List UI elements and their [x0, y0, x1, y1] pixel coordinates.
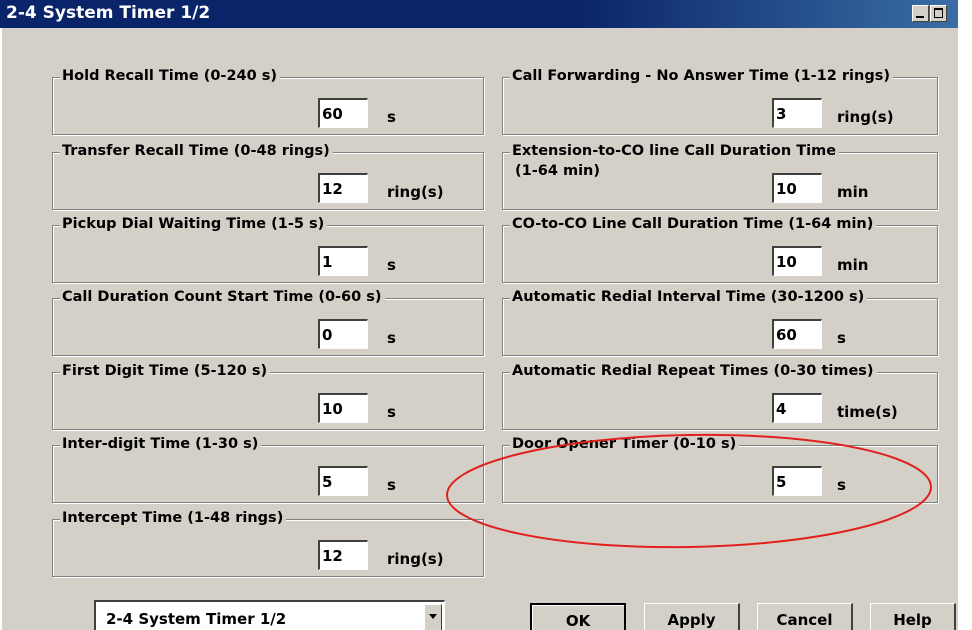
- unit-label: s: [837, 476, 846, 494]
- co-to-co-line-call-duration-time-input[interactable]: 10: [772, 246, 822, 276]
- call-forwarding-no-answer-time-input[interactable]: 3: [772, 98, 822, 128]
- maximize-icon[interactable]: [930, 5, 947, 22]
- ok-button[interactable]: OK: [530, 603, 626, 630]
- group-label: Door Opener Timer (0-10 s): [510, 435, 740, 453]
- title-bar[interactable]: 2-4 System Timer 1/2: [0, 0, 958, 28]
- group-extension-to-co-call-duration-time: Extension-to-CO line Call Duration Time …: [502, 142, 938, 210]
- group-label: Inter-digit Time (1-30 s): [60, 435, 262, 453]
- unit-label: min: [837, 256, 869, 274]
- group-co-to-co-line-call-duration-time: CO-to-CO Line Call Duration Time (1-64 m…: [502, 215, 938, 283]
- window-title: 2-4 System Timer 1/2: [6, 3, 211, 23]
- door-opener-timer-input[interactable]: 5: [772, 466, 822, 496]
- unit-label: s: [387, 476, 396, 494]
- unit-label: ring(s): [387, 183, 444, 201]
- call-duration-count-start-time-input[interactable]: 0: [318, 319, 368, 349]
- unit-label: s: [387, 108, 396, 126]
- group-automatic-redial-interval-time: Automatic Redial Interval Time (30-1200 …: [502, 288, 938, 356]
- help-button[interactable]: Help: [870, 603, 956, 630]
- minimize-icon[interactable]: [912, 5, 929, 22]
- group-intercept-time: Intercept Time (1-48 rings) 12 ring(s): [52, 509, 484, 577]
- automatic-redial-repeat-times-input[interactable]: 4: [772, 393, 822, 423]
- group-label: Extension-to-CO line Call Duration Time: [510, 142, 840, 160]
- unit-label: s: [387, 256, 396, 274]
- page-select-dropdown[interactable]: 2-4 System Timer 1/2: [94, 600, 445, 630]
- group-label: Call Forwarding - No Answer Time (1-12 r…: [510, 67, 893, 85]
- group-label: Automatic Redial Repeat Times (0-30 time…: [510, 362, 877, 380]
- group-transfer-recall-time: Transfer Recall Time (0-48 rings) 12 rin…: [52, 142, 484, 210]
- group-door-opener-timer: Door Opener Timer (0-10 s) 5 s: [502, 435, 938, 503]
- extension-to-co-call-duration-time-input[interactable]: 10: [772, 173, 822, 203]
- system-timer-window: 2-4 System Timer 1/2 Hold Recall Time (0…: [0, 0, 958, 630]
- group-label: First Digit Time (5-120 s): [60, 362, 271, 380]
- group-label: Intercept Time (1-48 rings): [60, 509, 287, 527]
- unit-label: time(s): [837, 403, 898, 421]
- group-label: Call Duration Count Start Time (0-60 s): [60, 288, 385, 306]
- group-automatic-redial-repeat-times: Automatic Redial Repeat Times (0-30 time…: [502, 362, 938, 430]
- unit-label: s: [837, 329, 846, 347]
- hold-recall-time-input[interactable]: 60: [318, 98, 368, 128]
- group-label: Hold Recall Time (0-240 s): [60, 67, 281, 85]
- unit-label: ring(s): [837, 108, 894, 126]
- group-label-range: (1-64 min): [515, 163, 600, 179]
- pickup-dial-waiting-time-input[interactable]: 1: [318, 246, 368, 276]
- cancel-button[interactable]: Cancel: [757, 603, 853, 630]
- apply-button[interactable]: Apply: [644, 603, 740, 630]
- first-digit-time-input[interactable]: 10: [318, 393, 368, 423]
- inter-digit-time-input[interactable]: 5: [318, 466, 368, 496]
- group-inter-digit-time: Inter-digit Time (1-30 s) 5 s: [52, 435, 484, 503]
- unit-label: min: [837, 183, 869, 201]
- group-call-forwarding-no-answer-time: Call Forwarding - No Answer Time (1-12 r…: [502, 67, 938, 135]
- group-first-digit-time: First Digit Time (5-120 s) 10 s: [52, 362, 484, 430]
- group-pickup-dial-waiting-time: Pickup Dial Waiting Time (1-5 s) 1 s: [52, 215, 484, 283]
- group-label: Transfer Recall Time (0-48 rings): [60, 142, 333, 160]
- transfer-recall-time-input[interactable]: 12: [318, 173, 368, 203]
- group-label: Pickup Dial Waiting Time (1-5 s): [60, 215, 328, 233]
- intercept-time-input[interactable]: 12: [318, 540, 368, 570]
- automatic-redial-interval-time-input[interactable]: 60: [772, 319, 822, 349]
- page-select-value: 2-4 System Timer 1/2: [106, 610, 287, 628]
- group-call-duration-count-start-time: Call Duration Count Start Time (0-60 s) …: [52, 288, 484, 356]
- unit-label: s: [387, 329, 396, 347]
- group-label: CO-to-CO Line Call Duration Time (1-64 m…: [510, 215, 877, 233]
- group-hold-recall-time: Hold Recall Time (0-240 s) 60 s: [52, 67, 484, 135]
- group-label: Automatic Redial Interval Time (30-1200 …: [510, 288, 868, 306]
- unit-label: s: [387, 403, 396, 421]
- unit-label: ring(s): [387, 550, 444, 568]
- chevron-down-icon[interactable]: [424, 604, 442, 630]
